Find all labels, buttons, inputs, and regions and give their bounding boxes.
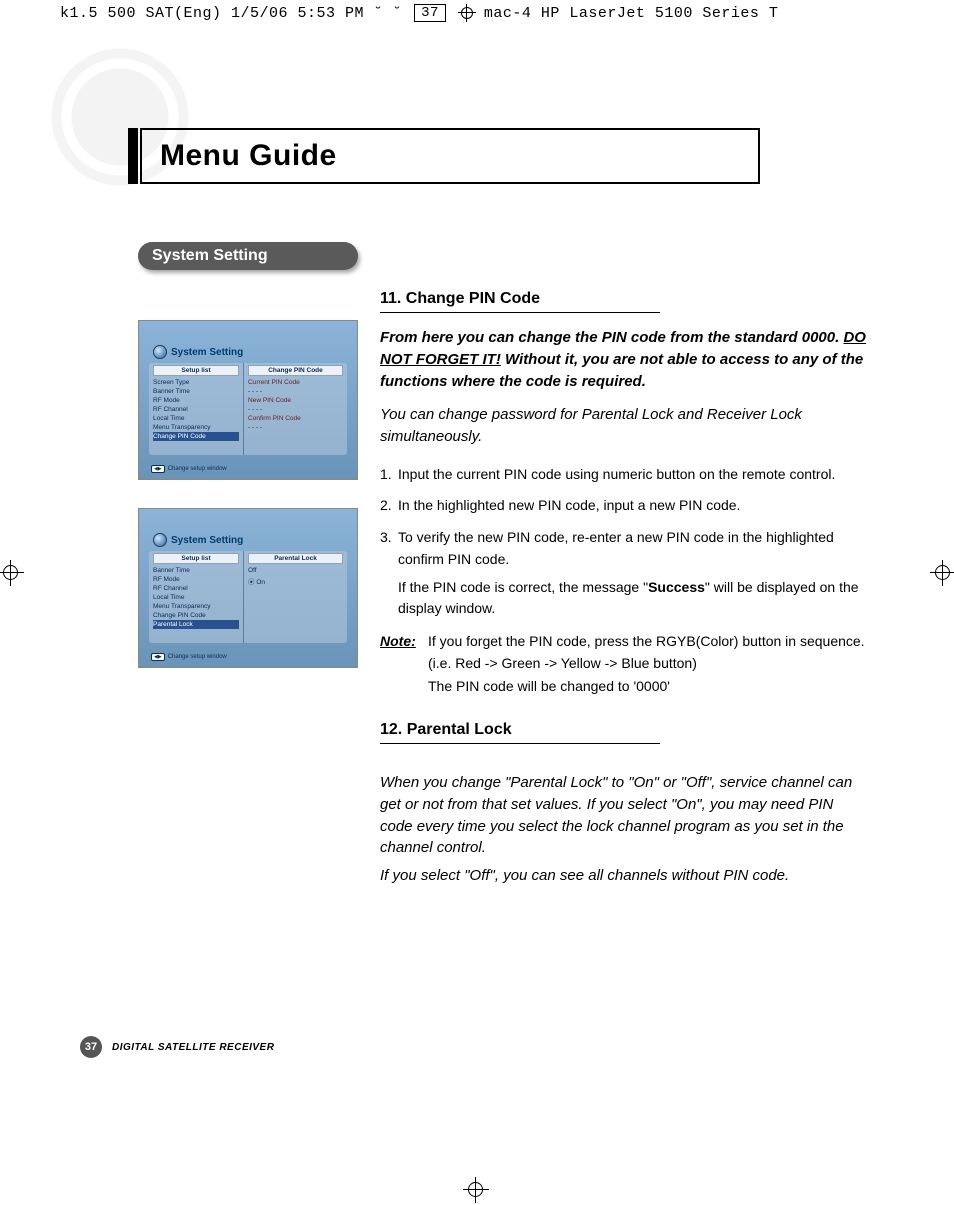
globe-icon <box>153 533 167 547</box>
screenshot-parental-lock: System Setting Setup list Banner Time RF… <box>138 508 358 668</box>
print-header-left: k1.5 500 SAT(Eng) 1/5/06 5:53 PM ˘ ˘ <box>60 5 402 22</box>
section-11-note-line3: The PIN code will be changed to '0000' <box>428 675 870 697</box>
section-11-note: Note: If you forget the PIN code, press … <box>380 630 870 652</box>
left-column: System Setting Setup list Screen Type Ba… <box>138 320 358 696</box>
step-1: 1.Input the current PIN code using numer… <box>380 464 870 486</box>
page-body: Menu Guide System Setting System Setting… <box>40 30 920 1130</box>
registration-mark-bottom <box>463 1177 489 1203</box>
section-12-p1: When you change "Parental Lock" to "On" … <box>380 772 870 859</box>
page-number-circle: 37 <box>80 1036 102 1058</box>
page-title-bar: Menu Guide <box>140 128 760 184</box>
section-11-intro-italic: You can change password for Parental Loc… <box>380 404 870 448</box>
screenshot-change-pin: System Setting Setup list Screen Type Ba… <box>138 320 358 480</box>
section-11-heading: 11. Change PIN Code <box>380 290 660 313</box>
section-heading: System Setting <box>138 242 358 270</box>
print-job-header: k1.5 500 SAT(Eng) 1/5/06 5:53 PM ˘ ˘ 37 … <box>60 4 778 22</box>
page-footer: 37 DIGITAL SATELLITE RECEIVER <box>80 1036 274 1058</box>
globe-icon <box>153 345 167 359</box>
right-column: 11. Change PIN Code From here you can ch… <box>380 290 870 903</box>
registration-mark-right <box>930 560 954 586</box>
registration-mark-icon <box>458 4 476 22</box>
print-header-right: mac-4 HP LaserJet 5100 Series T <box>484 5 779 22</box>
section-11-intro-bold: From here you can change the PIN code fr… <box>380 327 870 392</box>
step-2: 2.In the highlighted new PIN code, input… <box>380 495 870 517</box>
print-header-pagenum: 37 <box>414 4 446 22</box>
section-12-heading: 12. Parental Lock <box>380 721 660 744</box>
section-11-steps: 1.Input the current PIN code using numer… <box>380 464 870 620</box>
page-title: Menu Guide <box>160 139 337 173</box>
footer-text: DIGITAL SATELLITE RECEIVER <box>112 1042 274 1053</box>
section-12-p2: If you select "Off", you can see all cha… <box>380 865 870 887</box>
section-12: 12. Parental Lock When you change "Paren… <box>380 721 870 887</box>
step-3: 3. To verify the new PIN code, re-enter … <box>380 527 870 620</box>
registration-mark-left <box>0 560 24 586</box>
section-11-note-line2: (i.e. Red -> Green -> Yellow -> Blue but… <box>428 652 870 674</box>
